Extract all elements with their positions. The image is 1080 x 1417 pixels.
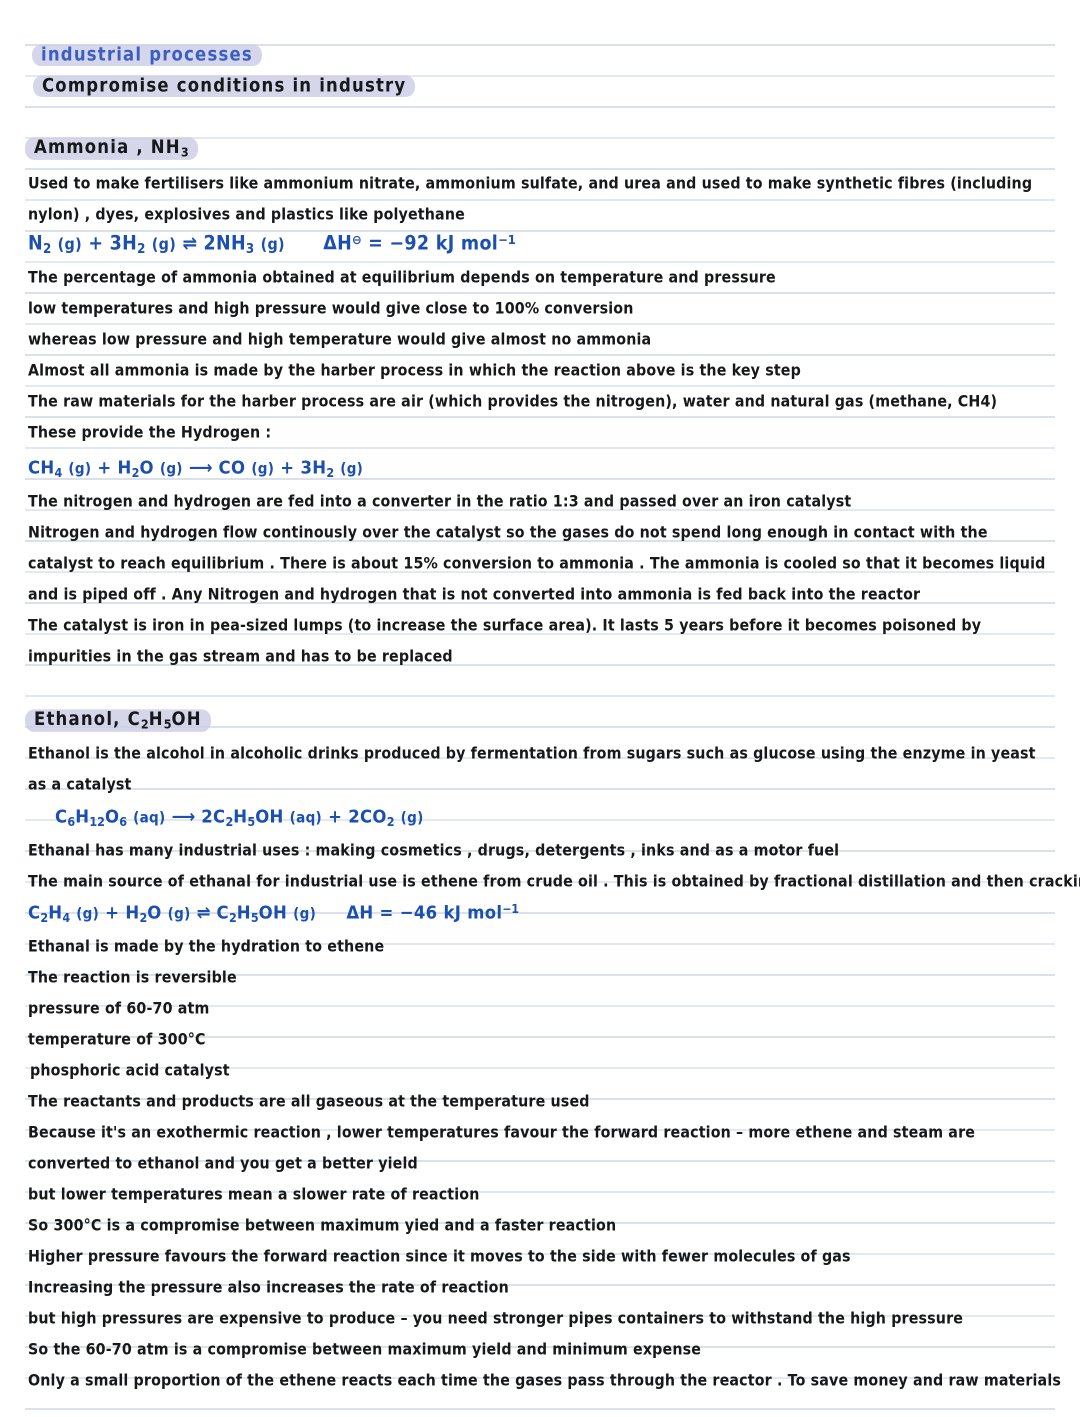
ethanol-line-11: Because it's an exothermic reaction , lo… xyxy=(28,1124,976,1143)
topic-heading-label: industrial processes xyxy=(32,44,262,67)
ammonia-line-12: and is piped off . Any Nitrogen and hydr… xyxy=(28,586,921,605)
ammonia-line-10: Nitrogen and hydrogen flow continously o… xyxy=(28,524,988,543)
ethanol-line-4: The main source of ethanal for industria… xyxy=(28,873,1080,892)
section-heading-ethanol-label: Ethanol, C2H5OH xyxy=(25,708,211,733)
rule-line xyxy=(25,261,1055,263)
rule-line xyxy=(25,1408,1055,1410)
equation-haber-synthesis: N2 (g) + 3H2 (g) ⇌ 2NH3 (g) ΔH⊖ = −92 kJ… xyxy=(28,231,516,257)
ethanol-line-5: Ethanal is made by the hydration to ethe… xyxy=(28,938,385,957)
rule-line xyxy=(25,695,1055,697)
ethanol-line-15: Higher pressure favours the forward reac… xyxy=(28,1248,851,1267)
rule-line xyxy=(25,416,1055,418)
ammonia-line-5: whereas low pressure and high temperatur… xyxy=(28,331,652,350)
ethanol-line-6: The reaction is reversible xyxy=(28,969,237,988)
ammonia-line-6: Almost all ammonia is made by the harber… xyxy=(28,362,801,381)
topic-heading: industrial processes xyxy=(32,44,262,67)
equation-fermentation: C6H12O6 (aq) ⟶ 2C2H5OH (aq) + 2CO2 (g) xyxy=(55,805,424,830)
ethanol-condition-catalyst: phosphoric acid catalyst xyxy=(30,1062,230,1081)
notebook-page: industrial processes Compromise conditio… xyxy=(0,0,1080,1417)
ammonia-line-3: The percentage of ammonia obtained at eq… xyxy=(28,269,776,288)
rule-line xyxy=(25,168,1055,170)
rule-line xyxy=(25,788,1055,790)
section-heading-ammonia: Ammonia , NH3 xyxy=(25,136,198,161)
ethanol-line-3: Ethanal has many industrial uses : makin… xyxy=(28,842,840,861)
ethanol-line-13: but lower temperatures mean a slower rat… xyxy=(28,1186,480,1205)
section-heading-ammonia-label: Ammonia , NH3 xyxy=(25,136,198,161)
ammonia-line-9: The nitrogen and hydrogen are fed into a… xyxy=(28,493,852,512)
rule-line xyxy=(25,106,1055,108)
ammonia-line-2: nylon) , dyes, explosives and plastics l… xyxy=(28,206,465,225)
ammonia-line-4: low temperatures and high pressure would… xyxy=(28,300,634,319)
ammonia-line-8: These provide the Hydrogen : xyxy=(28,424,272,443)
rule-line xyxy=(25,199,1055,201)
ammonia-line-14: impurities in the gas stream and has to … xyxy=(28,648,453,667)
ethanol-line-18: So the 60-70 atm is a compromise between… xyxy=(28,1341,702,1360)
equation-steam-reforming: CH4 (g) + H2O (g) ⟶ CO (g) + 3H2 (g) xyxy=(28,456,364,481)
ethanol-line-10: The reactants and products are all gaseo… xyxy=(28,1093,590,1112)
ethanol-line-19: Only a small proportion of the ethene re… xyxy=(28,1372,1061,1391)
ammonia-line-7: The raw materials for the harber process… xyxy=(28,393,998,412)
ethanol-line-12: converted to ethanol and you get a bette… xyxy=(28,1155,418,1174)
subtitle-heading: Compromise conditions in industry xyxy=(33,75,416,98)
rule-line xyxy=(25,354,1055,356)
ammonia-line-1: Used to make fertilisers like ammonium n… xyxy=(28,175,1033,194)
rule-line xyxy=(25,230,1055,232)
ethanol-line-17: but high pressures are expensive to prod… xyxy=(28,1310,964,1329)
ethanol-line-1: Ethanol is the alcohol in alcoholic drin… xyxy=(28,745,1036,764)
rule-line xyxy=(25,323,1055,325)
subtitle-heading-label: Compromise conditions in industry xyxy=(33,75,416,98)
ethanol-line-16: Increasing the pressure also increases t… xyxy=(28,1279,509,1298)
ammonia-line-13: The catalyst is iron in pea-sized lumps … xyxy=(28,617,982,636)
section-heading-ethanol: Ethanol, C2H5OH xyxy=(25,708,211,733)
rule-line xyxy=(25,292,1055,294)
ethanol-condition-pressure: pressure of 60-70 atm xyxy=(28,1000,210,1019)
rule-line xyxy=(25,385,1055,387)
equation-ethene-hydration: C2H4 (g) + H2O (g) ⇌ C2H5OH (g) ΔH = −46… xyxy=(28,901,519,926)
ethanol-condition-temperature: temperature of 300°C xyxy=(28,1031,206,1050)
ethanol-line-2: as a catalyst xyxy=(28,776,132,795)
rule-line xyxy=(25,447,1055,449)
ethanol-line-14: So 300°C is a compromise between maximum… xyxy=(28,1217,617,1236)
ammonia-line-11: catalyst to reach equilibrium . There is… xyxy=(28,555,1046,574)
